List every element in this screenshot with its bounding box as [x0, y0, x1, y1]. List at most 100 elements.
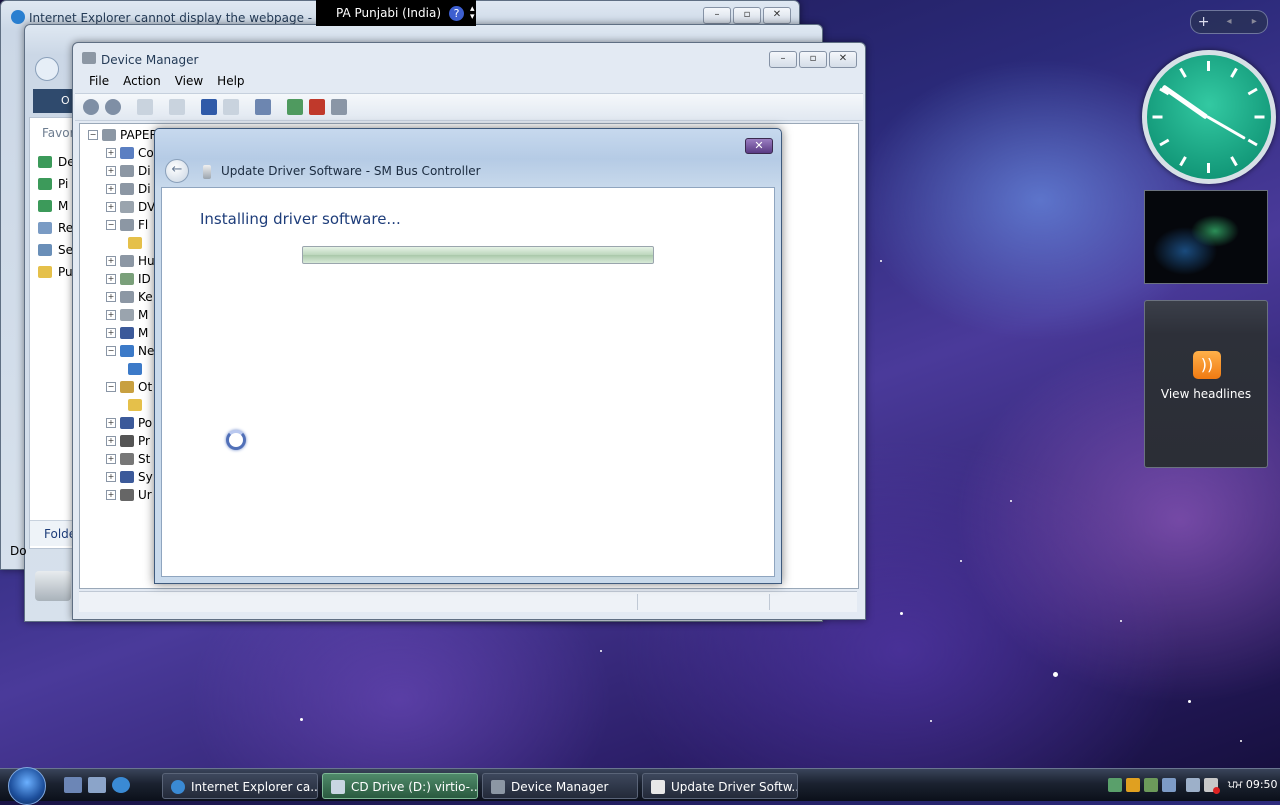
help-icon[interactable]: [201, 99, 217, 115]
update-driver-icon[interactable]: [287, 99, 303, 115]
device-tray-icon[interactable]: [1162, 778, 1176, 792]
tree-root[interactable]: − PAPER: [88, 126, 158, 144]
menu-help[interactable]: Help: [217, 71, 244, 91]
maximize-button[interactable]: ▫: [799, 51, 827, 68]
nav-pane: Favor De Pi M Re Se Pu Folde: [29, 117, 75, 549]
maximize-button[interactable]: ▫: [733, 7, 761, 24]
device-category-icon: [128, 237, 142, 249]
collapse-icon[interactable]: −: [106, 382, 116, 392]
scan-hardware-icon[interactable]: [255, 99, 271, 115]
favorite-link[interactable]: Pi: [38, 176, 75, 192]
network-tray-icon[interactable]: [1108, 778, 1122, 792]
tree-item[interactable]: + M: [106, 306, 148, 324]
expand-icon[interactable]: +: [106, 310, 116, 320]
back-arrow-icon[interactable]: ←: [165, 159, 189, 183]
collapse-icon[interactable]: −: [106, 346, 116, 356]
back-icon[interactable]: [35, 57, 59, 81]
collapse-icon[interactable]: −: [106, 220, 116, 230]
security-shield-icon[interactable]: [1126, 778, 1140, 792]
tree-item[interactable]: + Ke: [106, 288, 153, 306]
add-gadget-button[interactable]: +: [1191, 11, 1216, 33]
favorite-link[interactable]: De: [38, 154, 75, 170]
favorite-link[interactable]: Pu: [38, 264, 75, 280]
expand-icon[interactable]: +: [106, 490, 116, 500]
dialog-close-button[interactable]: ✕: [745, 138, 773, 154]
taskbar-item-ie[interactable]: Internet Explorer ca...: [162, 773, 318, 799]
taskbar-item-update-driver[interactable]: Update Driver Softw...: [642, 773, 798, 799]
tree-item[interactable]: + Di: [106, 180, 151, 198]
next-icon[interactable]: ▸: [1242, 11, 1267, 33]
taskbar-clock[interactable]: ਪਮ 09:50: [1228, 778, 1278, 792]
disable-icon[interactable]: [331, 99, 347, 115]
safely-remove-icon[interactable]: [1144, 778, 1158, 792]
expand-icon[interactable]: +: [106, 148, 116, 158]
tree-root-label: PAPER: [120, 128, 158, 142]
expand-icon[interactable]: +: [106, 274, 116, 284]
tree-item[interactable]: + Sy: [106, 468, 153, 486]
expand-icon[interactable]: +: [106, 184, 116, 194]
folders-toggle[interactable]: Folde: [30, 520, 74, 546]
tree-item[interactable]: [128, 360, 146, 378]
expand-icon[interactable]: +: [106, 256, 116, 266]
favorite-link[interactable]: Re: [38, 220, 75, 236]
close-button[interactable]: ✕: [763, 7, 791, 24]
tree-item[interactable]: + St: [106, 450, 150, 468]
switch-windows-icon[interactable]: [88, 777, 106, 793]
tree-item[interactable]: − Ne: [106, 342, 154, 360]
expand-icon[interactable]: +: [106, 328, 116, 338]
expand-icon[interactable]: +: [106, 292, 116, 302]
properties-icon[interactable]: [169, 99, 185, 115]
expand-icon[interactable]: +: [106, 454, 116, 464]
minimize-button[interactable]: –: [703, 7, 731, 24]
console-tree-icon[interactable]: [137, 99, 153, 115]
tree-item[interactable]: + ID: [106, 270, 151, 288]
tree-item[interactable]: + Di: [106, 162, 151, 180]
internet-explorer-icon[interactable]: [112, 777, 130, 793]
taskbar-item-cd-drive[interactable]: CD Drive (D:) virtio-...: [322, 773, 478, 799]
tree-item[interactable]: + Co: [106, 144, 154, 162]
tree-item[interactable]: + Pr: [106, 432, 150, 450]
clock-gadget[interactable]: [1142, 50, 1276, 184]
view-icon[interactable]: [223, 99, 239, 115]
expand-icon[interactable]: +: [106, 166, 116, 176]
tree-item[interactable]: + DV: [106, 198, 155, 216]
previous-icon[interactable]: ◂: [1216, 11, 1241, 33]
tree-item[interactable]: [128, 396, 146, 414]
slideshow-gadget[interactable]: [1144, 190, 1268, 284]
favorite-link[interactable]: M: [38, 198, 75, 214]
tree-item[interactable]: [128, 234, 146, 252]
expand-icon[interactable]: +: [106, 472, 116, 482]
expand-icon[interactable]: +: [106, 418, 116, 428]
update-driver-dialog[interactable]: ✕ ← Update Driver Software - SM Bus Cont…: [154, 128, 782, 584]
volume-muted-icon[interactable]: [1204, 778, 1220, 794]
expand-icon[interactable]: +: [106, 202, 116, 212]
language-bar[interactable]: PA Punjabi (India) ? ▴ ▾: [316, 0, 476, 26]
tree-item[interactable]: − Fl: [106, 216, 148, 234]
taskbar-item-device-manager[interactable]: Device Manager: [482, 773, 638, 799]
view-headlines-link[interactable]: View headlines: [1145, 387, 1267, 401]
menu-file[interactable]: File: [89, 71, 109, 91]
tree-item[interactable]: + Po: [106, 414, 152, 432]
menu-view[interactable]: View: [175, 71, 203, 91]
back-icon[interactable]: [83, 99, 99, 115]
feed-headlines-gadget[interactable]: )) View headlines: [1144, 300, 1268, 468]
tree-item[interactable]: + Hu: [106, 252, 155, 270]
language-label[interactable]: PA Punjabi (India): [336, 6, 441, 20]
language-bar-options-icon[interactable]: ▴ ▾: [470, 5, 475, 22]
favorite-link[interactable]: Se: [38, 242, 75, 258]
tree-item[interactable]: + M: [106, 324, 148, 342]
help-icon[interactable]: ?: [449, 5, 464, 21]
close-button[interactable]: ✕: [829, 51, 857, 68]
minimize-button[interactable]: –: [769, 51, 797, 68]
collapse-icon[interactable]: −: [88, 130, 98, 140]
show-desktop-icon[interactable]: [64, 777, 82, 793]
expand-icon[interactable]: +: [106, 436, 116, 446]
start-button[interactable]: [8, 767, 46, 805]
tree-item[interactable]: − Ot: [106, 378, 152, 396]
uninstall-icon[interactable]: [309, 99, 325, 115]
forward-icon[interactable]: [105, 99, 121, 115]
menu-action[interactable]: Action: [123, 71, 161, 91]
nav-tab[interactable]: O: [33, 89, 73, 113]
tree-item[interactable]: + Ur: [106, 486, 152, 504]
network-status-icon[interactable]: [1186, 778, 1200, 792]
